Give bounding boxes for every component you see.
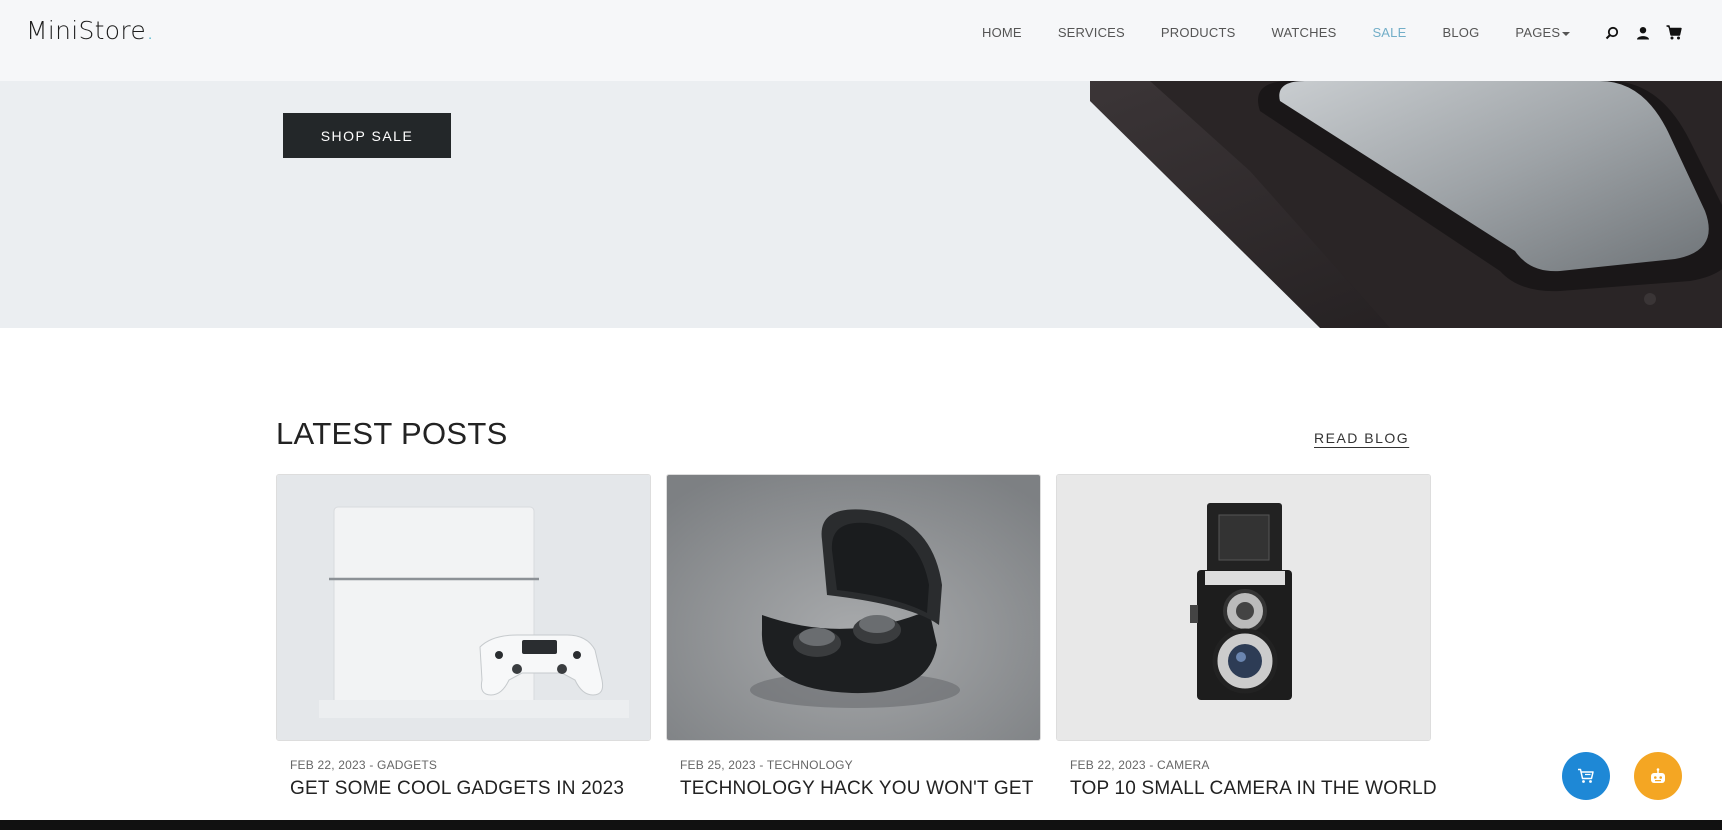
post-title[interactable]: TECHNOLOGY HACK YOU WON'T GET [680,778,1041,800]
post-meta: FEB 22, 2023 - GADGETS [290,758,438,772]
nav-item-services[interactable]: SERVICES [1058,25,1125,40]
site-header: MiniStore. HOME SERVICES PRODUCTS WATCHE… [0,0,1722,81]
floating-bot-button[interactable] [1634,752,1682,800]
post-card[interactable]: FEB 25, 2023 - TECHNOLOGY TECHNOLOGY HAC… [666,474,1041,800]
post-image-camera[interactable] [1056,474,1431,741]
chevron-down-icon [1562,31,1571,36]
shop-sale-button[interactable]: SHOP SALE [283,113,451,158]
nav-item-home[interactable]: HOME [982,25,1022,40]
robot-icon [1651,768,1665,783]
latest-posts-heading: LATEST POSTS [276,416,508,451]
hero-phone-image [1090,81,1722,328]
logo[interactable]: MiniStore. [26,16,154,45]
logo-dot: . [146,16,155,45]
nav-item-watches[interactable]: WATCHES [1271,25,1336,40]
nav-item-products[interactable]: PRODUCTS [1161,25,1236,40]
post-card[interactable]: FEB 22, 2023 - GADGETS GET SOME COOL GAD… [276,474,651,800]
search-icon[interactable] [1603,24,1620,41]
post-image-earbuds[interactable] [666,474,1041,741]
read-blog-link[interactable]: READ BLOG [1314,430,1409,446]
cart-icon [1578,768,1594,783]
nav-item-pages-label: PAGES [1515,25,1561,40]
main-nav: HOME SERVICES PRODUCTS WATCHES SALE BLOG… [982,25,1606,40]
post-meta: FEB 22, 2023 - CAMERA [1070,758,1210,772]
floating-cart-button[interactable] [1562,752,1610,800]
nav-item-pages[interactable]: PAGES [1515,25,1571,40]
post-title[interactable]: TOP 10 SMALL CAMERA IN THE WORLD [1070,778,1437,800]
nav-item-blog[interactable]: BLOG [1442,25,1479,40]
hero-banner: SHOP SALE [0,81,1722,328]
nav-item-sale[interactable]: SALE [1372,25,1406,40]
footer-bar [0,820,1722,830]
post-image-console[interactable] [276,474,651,741]
header-icons [1603,24,1682,41]
post-meta: FEB 25, 2023 - TECHNOLOGY [680,758,853,772]
user-icon[interactable] [1634,24,1651,41]
cart-icon[interactable] [1665,24,1682,41]
post-title[interactable]: GET SOME COOL GADGETS IN 2023 [290,778,651,800]
post-card[interactable]: FEB 22, 2023 - CAMERA TOP 10 SMALL CAMER… [1056,474,1437,800]
logo-text: MiniStore [26,16,147,45]
